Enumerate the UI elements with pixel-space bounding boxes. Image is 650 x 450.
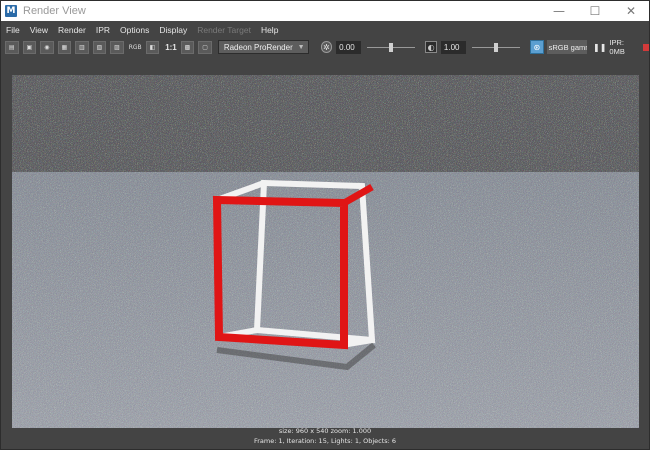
snapshot-camera-icon[interactable]: ◉ [40,40,54,54]
gamma-slider[interactable] [471,41,521,54]
minimize-button[interactable]: — [541,1,577,21]
exposure-aperture-icon[interactable]: ✲ [320,41,333,53]
menu-bar: File View Render IPR Options Display Ren… [1,21,649,38]
renderer-dropdown[interactable]: Radeon ProRender ▼ [217,40,309,54]
menu-file[interactable]: File [1,25,25,35]
ipr-memory-label: IPR: 0MB [609,38,625,56]
image-size-info: size: 960 x 540 zoom: 1.000 [278,427,372,435]
menu-help[interactable]: Help [256,25,283,35]
gamma-slider-thumb[interactable] [493,42,498,52]
menu-options[interactable]: Options [115,25,154,35]
redo-previous-icon[interactable]: ▨ [110,40,124,54]
exposure-slider[interactable] [367,41,416,54]
maya-app-icon: M [5,5,17,17]
color-space-field[interactable]: sRGB gamma [546,40,587,54]
renderer-value: Radeon ProRender [223,42,293,52]
remove-image-icon[interactable]: ▢ [198,40,212,54]
chevron-down-icon: ▼ [297,43,305,51]
alpha-channel-icon[interactable]: ◧ [145,40,160,54]
color-management-icon[interactable]: ⊛ [530,40,544,54]
window-controls: — ☐ ✕ [541,1,649,21]
refresh-ipr-icon[interactable]: ▥ [75,40,89,54]
exposure-field[interactable]: 0.00 [336,40,362,54]
real-size-button[interactable]: 1:1 [165,43,177,52]
render-view-window: M Render View — ☐ ✕ File View Render IPR… [0,0,650,450]
rgb-channel-button[interactable]: RGB [129,44,142,51]
maximize-button[interactable]: ☐ [577,1,613,21]
menu-view[interactable]: View [25,25,53,35]
title-bar: M Render View — ☐ ✕ [1,1,649,21]
exposure-slider-thumb[interactable] [389,42,394,52]
render-viewport: size: 960 x 540 zoom: 1.000 Frame: 1, It… [1,56,649,449]
window-title: Render View [23,5,86,17]
rendered-image [12,75,639,428]
menu-render[interactable]: Render [53,25,91,35]
menu-render-target: Render Target [197,24,251,35]
menu-display[interactable]: Display [154,25,192,35]
stop-icon[interactable] [643,43,650,51]
gamma-field[interactable]: 1.00 [440,40,466,54]
menu-ipr[interactable]: IPR [91,25,115,35]
frame-info: Frame: 1, Iteration: 15, Lights: 1, Obje… [253,437,397,445]
render-toolbar: ▤ ▣ ◉ ▦ ▥ ▧ ▨ RGB ◧ 1:1 ▩ ▢ Radeon ProRe… [1,38,650,56]
close-button[interactable]: ✕ [613,1,649,21]
render-settings-icon[interactable]: ▧ [92,40,107,54]
ipr-render-icon[interactable]: ▦ [57,40,72,54]
render-region-icon[interactable]: ▣ [22,40,37,54]
pause-icon[interactable]: ❚❚ [593,43,606,52]
keep-image-icon[interactable]: ▩ [180,40,195,54]
redo-render-icon[interactable]: ▤ [5,40,19,54]
gamma-icon[interactable]: ◐ [425,41,437,53]
